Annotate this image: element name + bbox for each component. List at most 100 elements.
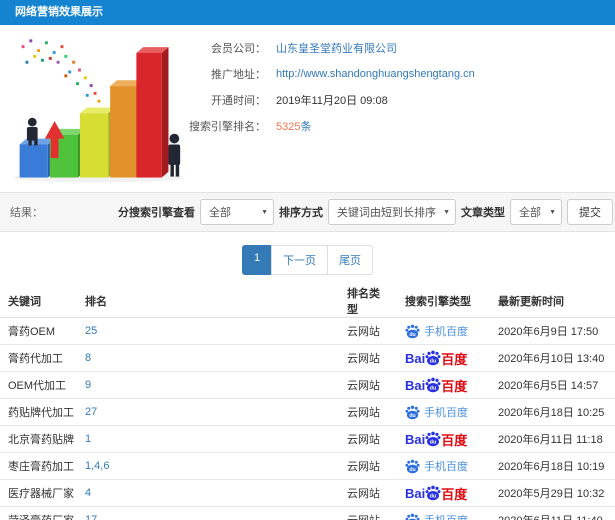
open-time-value: 2019年11月20日 09:08 [276, 95, 388, 107]
baidu-paw-icon: du [425, 350, 441, 366]
bar-yellow [79, 107, 115, 178]
last-page-button[interactable]: 尾页 [327, 245, 374, 275]
table-row: 药贴牌代加工 27 云网站 du 手机百度 2020年6月18日 10:25 [0, 398, 615, 426]
engine-baidu-logo: Bai du 百度 [405, 350, 468, 367]
rank-type-cell: 云网站 [339, 344, 397, 372]
keyword-cell: 医疗器械厂家 [0, 479, 77, 507]
filter-bar: 结果： 分搜索引擎查看 全部 ▼ 排序方式 关键词由短到长排序 ▼ 文章类型 全… [0, 192, 615, 232]
table-row: OEM代加工 9 云网站 Bai du 百度 2020年6月5日 14:57 [0, 371, 615, 399]
table-row: 枣庄膏药加工 1,4,6 云网站 du 手机百度 2020年6月18日 10:1… [0, 452, 615, 480]
engine-baidu-logo: Bai du 百度 [405, 485, 468, 502]
engine-mobile-baidu: du 手机百度 [405, 404, 482, 420]
updated-cell: 2020年6月10日 13:40 [490, 344, 615, 372]
sort-label: 排序方式 [279, 207, 323, 219]
engine-mobile-baidu: du 手机百度 [405, 458, 482, 474]
baidu-paw-icon: du [405, 405, 420, 419]
info-row-url: 推广地址： http://www.shandonghuangshengtang.… [188, 61, 615, 87]
article-type-label: 文章类型 [461, 207, 505, 219]
result-label: 结果： [10, 207, 43, 219]
baidu-paw-icon: du [405, 513, 420, 520]
open-time-label: 开通时间： [211, 95, 266, 107]
svg-text:du: du [409, 412, 415, 418]
rank-link[interactable]: 4 [85, 487, 91, 499]
rank-type-cell: 云网站 [339, 371, 397, 399]
keyword-cell: 菏泽膏药厂家 [0, 506, 77, 520]
bar-chart-illustration [12, 39, 185, 183]
table-header-row: 关键词 排名 排名类型 搜索引擎类型 最新更新时间 [0, 285, 615, 318]
column-header-rank: 排名 [77, 285, 339, 318]
column-header-rank-type: 排名类型 [339, 285, 397, 318]
pagination: 1 下一页 尾页 [0, 245, 615, 275]
submit-button[interactable]: 提交 [567, 199, 613, 225]
keyword-cell: 膏药OEM [0, 317, 77, 345]
rank-link[interactable]: 1,4,6 [85, 460, 109, 472]
next-page-button[interactable]: 下一页 [271, 245, 329, 275]
engine-name: 手机百度 [424, 326, 468, 338]
chevron-down-icon: ▼ [261, 208, 268, 216]
baidu-paw-icon: du [425, 485, 441, 501]
rank-link[interactable]: 1 [85, 433, 91, 445]
article-type-select[interactable]: 全部 ▼ [510, 199, 562, 225]
rank-link[interactable]: 17 [85, 514, 97, 520]
rank-type-cell: 云网站 [339, 317, 397, 345]
info-row-company: 会员公司： 山东皇圣堂药业有限公司 [188, 35, 615, 61]
engine-name: 手机百度 [424, 512, 468, 520]
rank-type-cell: 云网站 [339, 425, 397, 453]
rank-count-number: 5325 [276, 121, 301, 133]
keyword-ranking-table: 关键词 排名 排名类型 搜索引擎类型 最新更新时间 膏药OEM 25 云网站 d… [0, 285, 615, 520]
updated-cell: 2020年6月18日 10:25 [490, 398, 615, 426]
baidu-paw-icon: du [425, 377, 441, 393]
baidu-paw-icon: du [405, 459, 420, 473]
rank-link[interactable]: 27 [85, 406, 97, 418]
table-row: 膏药OEM 25 云网站 du 手机百度 2020年6月9日 17:50 [0, 317, 615, 345]
promo-url-link[interactable]: http://www.shandonghuangshengtang.cn [276, 68, 475, 80]
svg-text:du: du [409, 466, 415, 472]
company-name-link[interactable]: 山东皇圣堂药业有限公司 [276, 40, 397, 56]
bar-red [136, 47, 169, 178]
engine-baidu-logo: Bai du 百度 [405, 431, 468, 448]
svg-text:du: du [430, 386, 437, 392]
keyword-cell: 膏药代加工 [0, 344, 77, 372]
keyword-cell: 枣庄膏药加工 [0, 452, 77, 480]
rank-type-cell: 云网站 [339, 452, 397, 480]
chevron-down-icon: ▼ [443, 208, 450, 216]
engine-view-select[interactable]: 全部 ▼ [200, 199, 274, 225]
rank-link[interactable]: 25 [85, 325, 97, 337]
info-row-rank-count: 搜索引擎排名： 5325条 [188, 113, 615, 139]
keyword-cell: 药贴牌代加工 [0, 398, 77, 426]
engine-name: 手机百度 [424, 461, 468, 473]
engine-view-selected: 全部 [209, 207, 231, 219]
keyword-cell: 北京膏药贴牌 [0, 425, 77, 453]
chevron-down-icon: ▼ [549, 208, 556, 216]
company-info-panel: 会员公司： 山东皇圣堂药业有限公司 推广地址： http://www.shand… [188, 25, 615, 192]
column-header-engine-type: 搜索引擎类型 [397, 285, 490, 318]
rank-type-cell: 云网站 [339, 398, 397, 426]
sort-selected: 关键词由短到长排序 [337, 207, 436, 219]
filter-controls: 分搜索引擎查看 全部 ▼ 排序方式 关键词由短到长排序 ▼ 文章类型 全部 ▼ … [118, 199, 613, 225]
rank-link[interactable]: 8 [85, 352, 91, 364]
page-header: 网络营销效果展示 [0, 0, 615, 25]
engine-mobile-baidu: du 手机百度 [405, 323, 482, 339]
rank-count-unit: 条 [300, 121, 312, 133]
engine-mobile-baidu: du 手机百度 [405, 512, 482, 520]
hero-section: 会员公司： 山东皇圣堂药业有限公司 推广地址： http://www.shand… [0, 25, 615, 192]
page-1-button[interactable]: 1 [241, 245, 273, 275]
engine-view-label: 分搜索引擎查看 [118, 207, 195, 219]
updated-cell: 2020年6月5日 14:57 [490, 371, 615, 399]
svg-text:du: du [430, 494, 437, 500]
article-type-selected: 全部 [519, 207, 541, 219]
rank-link[interactable]: 9 [85, 379, 91, 391]
sort-select[interactable]: 关键词由短到长排序 ▼ [328, 199, 456, 225]
growth-bar-chart-image [0, 25, 188, 192]
confetti-dots [21, 39, 101, 103]
businessman-right [168, 133, 181, 177]
rank-type-cell: 云网站 [339, 506, 397, 520]
table-row: 北京膏药贴牌 1 云网站 Bai du 百度 2020年6月11日 11:18 [0, 425, 615, 453]
column-header-keyword: 关键词 [0, 285, 77, 318]
marketing-report-page: 网络营销效果展示 会员公司： 山东皇圣堂药业有限公司 推广地址： http://… [0, 0, 615, 520]
promo-url-label: 推广地址： [211, 69, 266, 81]
column-header-updated: 最新更新时间 [490, 285, 615, 318]
info-row-open-time: 开通时间： 2019年11月20日 09:08 [188, 87, 615, 113]
table-row: 医疗器械厂家 4 云网站 Bai du 百度 2020年5月29日 10:32 [0, 479, 615, 507]
table-row: 菏泽膏药厂家 17 云网站 du 手机百度 2020年6月11日 11:40 [0, 506, 615, 520]
